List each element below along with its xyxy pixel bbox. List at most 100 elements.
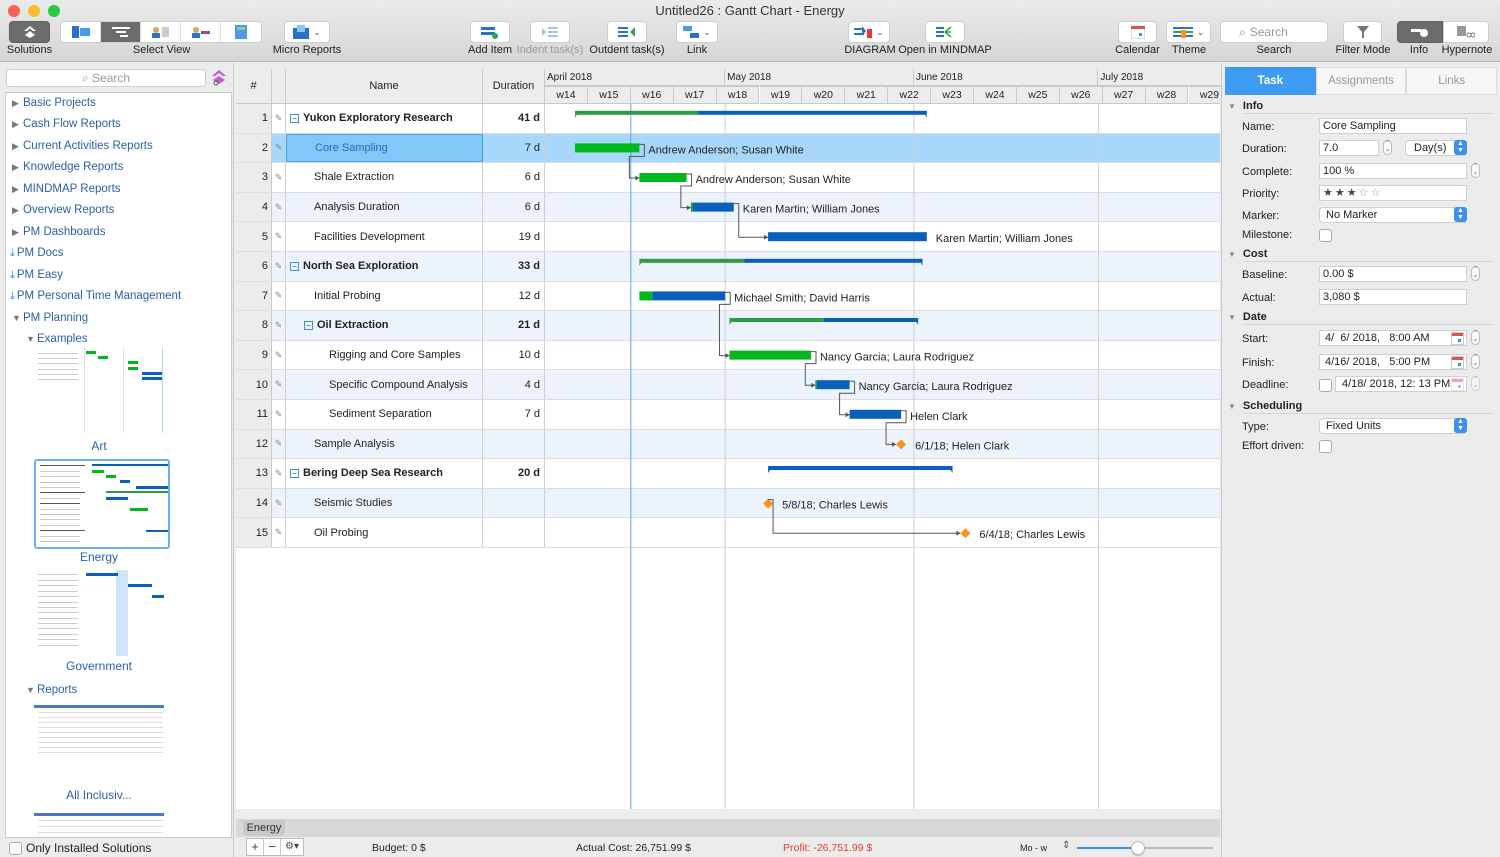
summary-bar-remaining[interactable] — [744, 258, 923, 263]
checkbox-box[interactable] — [9, 841, 22, 855]
chevron-updown-icon[interactable]: ▲ ▼ — [1454, 418, 1467, 433]
sidebar-search-input[interactable]: ⌕ Search — [6, 69, 206, 87]
calendar-icon[interactable] — [1451, 378, 1464, 391]
view-projects-button[interactable] — [61, 22, 101, 42]
thumbnail-report-2[interactable] — [34, 811, 164, 837]
milestone-label[interactable]: 6/4/18; Charles Lewis — [979, 529, 1085, 541]
row-number[interactable]: 6 — [236, 252, 272, 281]
tree-item-current-activities-reports[interactable]: ▶ Current Activities Reports — [12, 136, 153, 156]
row-number[interactable]: 8 — [236, 311, 272, 340]
task-bar-done[interactable] — [639, 291, 653, 301]
collapse-icon[interactable]: − — [304, 320, 313, 330]
task-bar-remaining[interactable] — [768, 232, 927, 242]
summary-bar-done[interactable] — [639, 258, 745, 263]
start-stepper[interactable]: ⌃ ⌄ — [1471, 330, 1480, 345]
priority-stars[interactable]: ★★★☆☆ — [1323, 187, 1382, 199]
tree-item-pm-docs[interactable]: ⤓ PM Docs — [10, 243, 64, 263]
calendar-icon[interactable] — [1451, 332, 1464, 345]
row-number[interactable]: 4 — [236, 192, 272, 222]
hypernote-button[interactable] — [1443, 21, 1489, 43]
task-name-cell[interactable]: Analysis Duration — [286, 192, 483, 222]
type-select[interactable]: Fixed Units — [1319, 418, 1467, 434]
link-button[interactable]: ⌄ — [676, 21, 718, 43]
view-resources-button[interactable] — [141, 22, 181, 42]
start-date-field[interactable]: 4/ 6/ 2018, 8:00 AM — [1319, 330, 1467, 346]
task-bar-done[interactable] — [639, 173, 687, 182]
remove-sheet-button[interactable]: − — [264, 839, 281, 855]
section-info[interactable]: ▼ Info — [1228, 100, 1263, 112]
name-field[interactable]: Core Sampling — [1319, 118, 1467, 134]
task-name-cell[interactable]: Seismic Studies — [286, 488, 483, 518]
header-duration[interactable]: Duration — [483, 69, 545, 104]
row-number[interactable]: 1 — [236, 104, 272, 133]
open-mindmap-button[interactable] — [925, 21, 965, 43]
tree-item-pm-personal-time-management[interactable]: ⤓ PM Personal Time Management — [10, 286, 181, 306]
section-date[interactable]: ▼ Date — [1228, 311, 1267, 323]
tree-item-pm-easy[interactable]: ⤓ PM Easy — [10, 265, 63, 285]
task-bar-remaining[interactable] — [849, 409, 902, 419]
task-duration[interactable]: 6 d — [483, 163, 545, 192]
task-duration[interactable]: 33 d — [483, 252, 545, 281]
thumbnail-energy[interactable] — [34, 459, 170, 549]
row-number[interactable]: 7 — [236, 281, 272, 311]
task-bar-remaining[interactable] — [816, 380, 850, 390]
milestone-marker[interactable] — [960, 528, 971, 539]
star-icon[interactable]: ★ — [1335, 187, 1347, 199]
task-resource-label[interactable]: Andrew Anderson; Susan White — [648, 144, 803, 156]
task-name-cell[interactable]: Facilities Development — [286, 222, 483, 251]
priority-rating[interactable]: ★★★☆☆ — [1319, 185, 1467, 201]
task-name-cell[interactable]: − Oil Extraction — [286, 311, 483, 340]
duration-field[interactable]: 7.0 — [1319, 140, 1379, 156]
baseline-stepper[interactable]: ⌃ ⌄ — [1471, 266, 1480, 281]
only-installed-checkbox[interactable]: Only Installed Solutions — [9, 841, 151, 855]
tree-item-pm-dashboards[interactable]: ▶ PM Dashboards — [12, 222, 105, 242]
theme-button[interactable]: ⌄ — [1166, 21, 1211, 43]
task-name-cell[interactable]: Sediment Separation — [286, 400, 483, 429]
timescale-stepper[interactable]: ⇕ — [1062, 840, 1070, 851]
summary-bar-remaining[interactable] — [698, 110, 927, 115]
calendar-icon[interactable] — [1451, 356, 1464, 369]
solutions-search-icon[interactable] — [210, 69, 228, 87]
collapse-icon[interactable]: − — [290, 261, 299, 271]
info-button[interactable] — [1397, 21, 1443, 43]
task-resource-label[interactable]: Michael Smith; David Harris — [734, 292, 870, 304]
task-name-cell[interactable]: − Yukon Exploratory Research — [286, 104, 483, 133]
row-number[interactable]: 15 — [236, 518, 272, 547]
task-resource-label[interactable]: Andrew Anderson; Susan White — [696, 174, 851, 186]
complete-stepper[interactable]: ⌃ ⌄ — [1471, 163, 1480, 178]
effort-driven-checkbox[interactable] — [1319, 440, 1332, 453]
tree-item-knowledge-reports[interactable]: ▶ Knowledge Reports — [12, 157, 123, 177]
milestone-marker[interactable] — [896, 439, 907, 450]
task-bar-done[interactable] — [575, 143, 640, 153]
task-bar-remaining[interactable] — [693, 202, 734, 212]
finish-stepper[interactable]: ⌃ ⌄ — [1471, 354, 1480, 369]
header-number[interactable]: # — [236, 69, 272, 104]
zoom-slider[interactable] — [1077, 841, 1213, 855]
task-duration[interactable]: 10 d — [483, 340, 545, 370]
task-name-cell[interactable]: Sample Analysis — [286, 429, 483, 459]
deadline-stepper[interactable]: ⌃ ⌄ — [1471, 376, 1480, 391]
tab-assignments[interactable]: Assignments — [1315, 67, 1407, 95]
calendar-button[interactable] — [1118, 21, 1157, 43]
baseline-field[interactable]: 0.00 $ — [1319, 266, 1467, 282]
row-number[interactable]: 10 — [236, 370, 272, 399]
task-duration[interactable]: 20 d — [483, 459, 545, 488]
star-icon[interactable]: ☆ — [1371, 187, 1383, 199]
summary-bar-cap[interactable] — [575, 114, 927, 118]
task-duration[interactable] — [483, 518, 545, 547]
task-duration[interactable]: 6 d — [483, 192, 545, 222]
thumbnail-government[interactable] — [34, 570, 164, 656]
thumbnail-art[interactable] — [34, 347, 164, 433]
tree-item-examples[interactable]: ▼ Examples — [26, 329, 88, 349]
sheet-tab-energy[interactable]: Energy — [243, 820, 285, 836]
task-resource-label[interactable]: Helen Clark — [910, 411, 968, 423]
tree-item-reports[interactable]: ▼ Reports — [26, 680, 77, 700]
section-scheduling[interactable]: ▼ Scheduling — [1228, 400, 1302, 412]
task-resource-label[interactable]: Karen Martin; William Jones — [936, 233, 1073, 245]
marker-select[interactable]: No Marker — [1319, 207, 1467, 223]
milestone-label[interactable]: 5/8/18; Charles Lewis — [782, 500, 888, 512]
thumbnail-all-inclusive[interactable] — [34, 703, 164, 758]
outdent-button[interactable] — [607, 21, 647, 43]
summary-bar-cap[interactable] — [639, 262, 923, 266]
tree-item-mindmap-reports[interactable]: ▶ MINDMAP Reports — [12, 179, 121, 199]
